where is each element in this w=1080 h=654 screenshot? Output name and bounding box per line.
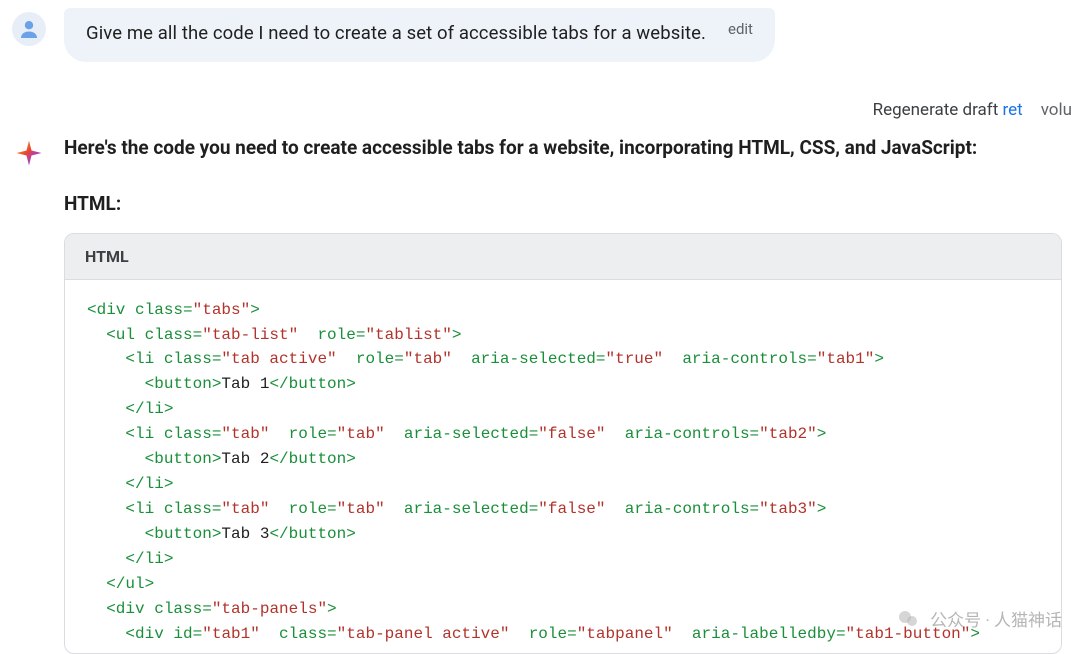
code-block-header: HTML <box>65 234 1061 280</box>
html-section-heading: HTML: <box>64 192 1062 215</box>
ai-intro-text: Here's the code you need to create acces… <box>64 134 1062 162</box>
user-avatar <box>12 12 46 46</box>
user-message-bubble: Give me all the code I need to create a … <box>64 8 775 62</box>
sparkle-icon <box>14 138 44 168</box>
regenerate-toolbar: Regenerate draft ret volu <box>0 62 1080 120</box>
regenerate-label: Regenerate draft <box>873 100 999 120</box>
user-message-row: Give me all the code I need to create a … <box>0 0 1080 62</box>
code-block: HTML <div class="tabs"> <ul class="tab-l… <box>64 233 1062 654</box>
user-prompt-text: Give me all the code I need to create a … <box>86 22 706 44</box>
ai-content: Here's the code you need to create acces… <box>64 134 1068 654</box>
regenerate-suffix: ret <box>1003 100 1023 120</box>
person-icon <box>17 17 41 41</box>
volume-fragment: volu <box>1041 100 1072 120</box>
code-block-body[interactable]: <div class="tabs"> <ul class="tab-list" … <box>65 280 1061 653</box>
regenerate-draft-button[interactable]: Regenerate draft ret <box>873 100 1023 120</box>
ai-avatar <box>12 136 46 170</box>
ai-response-row: Here's the code you need to create acces… <box>0 120 1080 654</box>
edit-button[interactable]: edit <box>728 20 753 38</box>
